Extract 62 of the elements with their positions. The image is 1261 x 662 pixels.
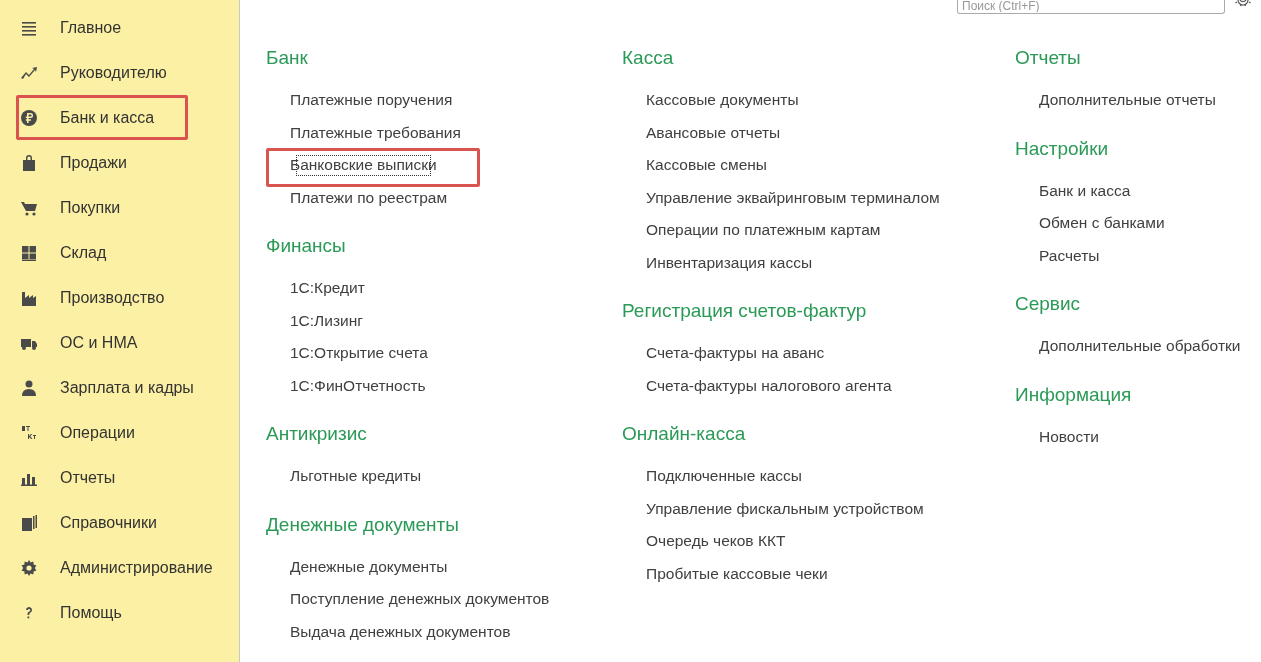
sidebar-item[interactable]: Руководителю <box>16 50 239 95</box>
menu-link[interactable]: Кассовые смены <box>646 149 767 182</box>
sidebar-item[interactable]: Банк и касса <box>16 95 188 140</box>
menu-link[interactable]: 1С:ФинОтчетность <box>290 369 426 402</box>
sidebar-item[interactable]: Главное <box>16 5 239 50</box>
search-field[interactable]: Поиск (Ctrl+F) <box>957 0 1225 14</box>
section-heading: Антикризис <box>266 422 368 446</box>
menu-link[interactable]: 1С:Кредит <box>290 272 365 305</box>
section-heading: Регистрация счетов-фактур <box>622 299 868 323</box>
section-heading: Денежные документы <box>266 512 460 537</box>
menu-link[interactable]: 1С:Открытие счета <box>290 337 428 370</box>
menu-link[interactable]: Пробитые кассовые чеки <box>646 557 828 590</box>
books-icon <box>20 513 38 532</box>
menu-link[interactable]: Льготные кредиты <box>290 460 422 493</box>
menu-link[interactable]: Платежные требования <box>290 116 461 149</box>
menu-link[interactable]: Подключенные кассы <box>646 460 802 493</box>
person-icon <box>20 378 38 397</box>
menu-link[interactable]: Дополнительные обработки <box>1039 330 1241 363</box>
menu-link[interactable]: Счета-фактуры налогового агента <box>646 369 892 402</box>
section-heading: Сервис <box>1015 292 1082 316</box>
section-heading: Касса <box>622 46 675 70</box>
section-heading: Онлайн-касса <box>622 422 747 446</box>
menu-link[interactable]: Выдача денежных документов <box>290 615 511 648</box>
debit-credit-icon <box>20 423 38 442</box>
menu-link[interactable]: Банк и касса <box>1039 174 1131 207</box>
sidebar-item[interactable]: ОС и НМА <box>16 320 239 365</box>
menu-link[interactable]: 1С:Лизинг <box>290 304 363 337</box>
menu-link[interactable]: Новости <box>1039 420 1099 453</box>
menu-link[interactable]: Денежные документы <box>290 550 448 583</box>
menu-link[interactable]: Платежи по реестрам <box>290 181 448 214</box>
menu-link[interactable]: Обмен с банками <box>1039 207 1165 240</box>
menu-link[interactable]: Инвентаризация кассы <box>646 246 813 279</box>
sidebar-item[interactable]: Справочники <box>16 500 239 545</box>
menu-link[interactable]: Поступление денежных документов <box>290 583 550 616</box>
ruble-icon <box>20 108 38 127</box>
menu-link[interactable]: Платежные поручения <box>290 84 453 117</box>
menu-link[interactable]: Очередь чеков ККТ <box>646 525 786 558</box>
menu-link[interactable]: Счета-фактуры на аванс <box>646 337 825 370</box>
bag-icon <box>20 153 38 172</box>
sidebar-item[interactable]: Склад <box>16 230 239 275</box>
sidebar-item[interactable]: Помощь <box>16 590 239 635</box>
sidebar-item[interactable]: Отчеты <box>16 455 239 500</box>
sidebar-item[interactable]: Администрирование <box>16 545 239 590</box>
menu-link[interactable]: Кассовые документы <box>646 84 799 117</box>
sidebar-item[interactable]: Зарплата и кадры <box>16 365 239 410</box>
sidebar-item[interactable]: Покупки <box>16 185 239 230</box>
menu-link[interactable]: Управление эквайринговым терминалом <box>646 181 940 214</box>
section-heading: Информация <box>1015 382 1133 407</box>
menu-link[interactable]: Авансовые отчеты <box>646 116 781 149</box>
sidebar-item[interactable]: Продажи <box>16 140 239 185</box>
sidebar-item[interactable]: Операции <box>16 410 239 455</box>
menu-link[interactable]: Операции по платежным картам <box>646 214 881 247</box>
section-heading: Банк <box>266 46 309 70</box>
grid-icon <box>20 243 38 262</box>
section-heading: Отчеты <box>1015 46 1082 70</box>
menu-link[interactable]: Расчеты <box>1039 239 1100 272</box>
sidebar-item[interactable]: Производство <box>16 275 239 320</box>
menu-link[interactable]: Дополнительные отчеты <box>1039 84 1216 117</box>
menu-link[interactable]: Банковские выписки <box>290 149 437 182</box>
menu-link[interactable]: Управление фискальным устройством <box>646 492 924 525</box>
section-heading: Финансы <box>266 234 347 258</box>
section-heading: Настройки <box>1015 136 1110 161</box>
